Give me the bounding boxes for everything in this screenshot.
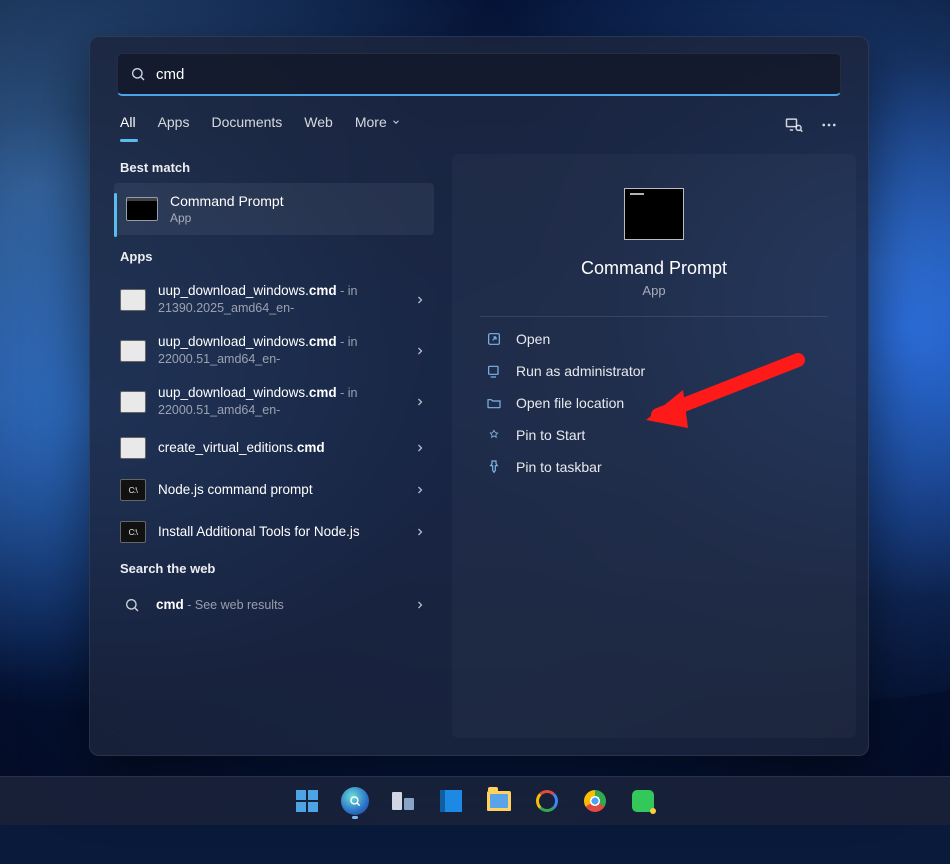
chevron-right-icon: [414, 396, 426, 408]
pin-icon: [486, 427, 502, 443]
more-options-icon[interactable]: [820, 116, 838, 139]
section-apps-label: Apps: [120, 249, 442, 264]
taskbar-chrome[interactable]: [575, 781, 615, 821]
taskbar: [0, 776, 950, 825]
tab-more-label: More: [355, 114, 387, 130]
search-orb-icon: [341, 787, 369, 815]
filter-row: All Apps Documents Web More: [90, 108, 868, 140]
chevron-right-icon: [414, 345, 426, 357]
shield-admin-icon: [486, 363, 502, 379]
app-result-item[interactable]: uup_download_windows.cmd - in21390.2025_…: [106, 274, 442, 325]
task-view-icon: [392, 792, 414, 810]
taskbar-search-button[interactable]: [335, 781, 375, 821]
chevron-right-icon: [414, 484, 426, 496]
apps-list: uup_download_windows.cmd - in21390.2025_…: [106, 274, 442, 553]
taskbar-start-button[interactable]: [287, 781, 327, 821]
open-icon: [486, 331, 502, 347]
action-open[interactable]: Open: [480, 323, 828, 355]
chevron-right-icon: [414, 526, 426, 538]
preview-subtitle: App: [642, 283, 665, 298]
pin-icon: [486, 459, 502, 475]
best-match-title: Command Prompt: [170, 193, 284, 209]
tab-all[interactable]: All: [120, 114, 136, 140]
best-match-result[interactable]: Command Prompt App: [114, 183, 434, 235]
windows-logo-icon: [296, 790, 318, 812]
chrome-icon: [584, 790, 606, 812]
terminal-icon: C:\: [120, 479, 146, 501]
action-run-admin-label: Run as administrator: [516, 363, 645, 379]
terminal-icon: C:\: [120, 521, 146, 543]
search-box[interactable]: [117, 53, 841, 96]
section-best-match-label: Best match: [120, 160, 442, 175]
chevron-right-icon: [414, 599, 426, 611]
action-pin-to-taskbar[interactable]: Pin to taskbar: [480, 451, 828, 483]
folder-icon: [486, 395, 502, 411]
taskbar-app-2[interactable]: [527, 781, 567, 821]
app-result-item[interactable]: uup_download_windows.cmd - in22000.51_am…: [106, 376, 442, 427]
taskbar-file-explorer[interactable]: [479, 781, 519, 821]
action-open-file-location[interactable]: Open file location: [480, 387, 828, 419]
result-text: uup_download_windows.cmd - in21390.2025_…: [158, 282, 402, 317]
taskbar-app-1[interactable]: [431, 781, 471, 821]
action-pin-taskbar-label: Pin to taskbar: [516, 459, 602, 475]
best-match-subtitle: App: [170, 211, 284, 225]
action-open-location-label: Open file location: [516, 395, 624, 411]
tab-documents[interactable]: Documents: [211, 114, 282, 140]
search-icon: [130, 66, 146, 82]
action-open-label: Open: [516, 331, 550, 347]
search-icon: [124, 597, 140, 613]
preview-pane: Command Prompt App Open Run as administr…: [452, 154, 856, 738]
command-prompt-icon: [126, 197, 158, 221]
start-search-panel: All Apps Documents Web More Best match: [89, 36, 869, 756]
tab-web[interactable]: Web: [304, 114, 333, 140]
section-search-web-label: Search the web: [120, 561, 442, 576]
web-result-item[interactable]: cmd - See web results: [106, 584, 442, 626]
chat-app-icon: [632, 790, 654, 812]
divider: [480, 316, 828, 317]
file-explorer-icon: [487, 791, 511, 811]
app-result-item[interactable]: C:\ Node.js command prompt: [106, 469, 442, 511]
ring-app-icon: [536, 790, 558, 812]
action-run-as-administrator[interactable]: Run as administrator: [480, 355, 828, 387]
result-text: uup_download_windows.cmd - in22000.51_am…: [158, 333, 402, 368]
batch-file-icon: [120, 437, 146, 459]
app-result-item[interactable]: create_virtual_editions.cmd: [106, 427, 442, 469]
device-search-icon[interactable]: [784, 115, 804, 140]
blue-panel-app-icon: [440, 790, 462, 812]
result-text: create_virtual_editions.cmd: [158, 439, 402, 457]
action-pin-start-label: Pin to Start: [516, 427, 585, 443]
batch-file-icon: [120, 391, 146, 413]
app-result-item[interactable]: C:\ Install Additional Tools for Node.js: [106, 511, 442, 553]
search-container: [117, 53, 841, 96]
tab-more[interactable]: More: [355, 114, 401, 140]
preview-actions: Open Run as administrator Open file loca…: [480, 323, 828, 483]
results-column: Best match Command Prompt App Apps uup_d…: [102, 154, 442, 738]
chevron-down-icon: [391, 117, 401, 127]
web-result-text: cmd - See web results: [156, 596, 402, 614]
app-result-item[interactable]: uup_download_windows.cmd - in22000.51_am…: [106, 325, 442, 376]
action-pin-to-start[interactable]: Pin to Start: [480, 419, 828, 451]
batch-file-icon: [120, 289, 146, 311]
batch-file-icon: [120, 340, 146, 362]
taskbar-task-view-button[interactable]: [383, 781, 423, 821]
result-text: Install Additional Tools for Node.js: [158, 523, 402, 541]
preview-title: Command Prompt: [581, 258, 727, 279]
chevron-right-icon: [414, 294, 426, 306]
result-text: uup_download_windows.cmd - in22000.51_am…: [158, 384, 402, 419]
chevron-right-icon: [414, 442, 426, 454]
tab-apps[interactable]: Apps: [158, 114, 190, 140]
preview-app-icon: [624, 188, 684, 240]
result-text: Node.js command prompt: [158, 481, 402, 499]
search-input[interactable]: [154, 65, 828, 84]
taskbar-chat-app[interactable]: [623, 781, 663, 821]
